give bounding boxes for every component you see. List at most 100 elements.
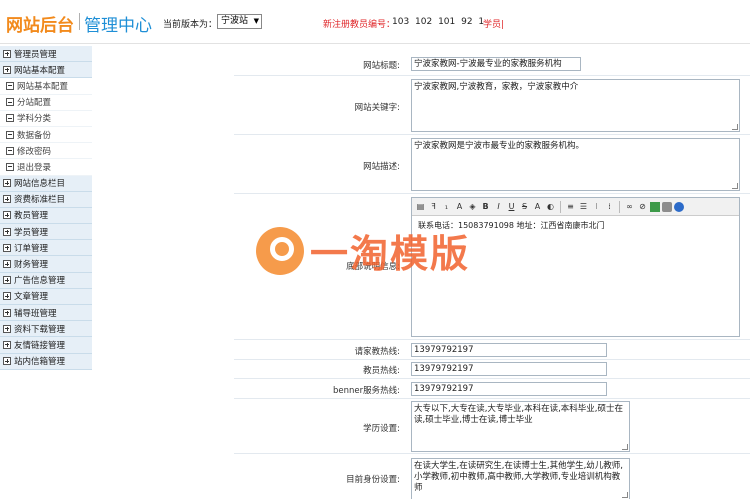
description-text: 宁波家教网是宁波市最专业的家教服务机构。 <box>414 141 585 151</box>
collapse-icon <box>6 162 14 171</box>
unordered-list-icon[interactable]: ⁞ <box>604 201 615 212</box>
expand-icon <box>3 357 11 366</box>
sidebar-item-label: 网站基本配置 <box>14 65 66 76</box>
sidebar-item[interactable]: 资料下载管理 <box>0 321 92 338</box>
sidebar-item[interactable]: 财务管理 <box>0 256 92 273</box>
new-teacher-numbers[interactable]: 103 102 101 92 1 <box>392 17 484 27</box>
sidebar-item[interactable]: 友情链接管理 <box>0 337 92 354</box>
sidebar-item[interactable]: 辅导班管理 <box>0 305 92 322</box>
sidebar-item[interactable]: 站内信箱管理 <box>0 353 92 370</box>
sidebar-item-label: 站内信箱管理 <box>14 357 66 368</box>
collapse-icon <box>6 114 14 123</box>
link-icon[interactable]: ∞ <box>624 201 635 212</box>
expand-icon <box>3 340 11 349</box>
align-left-icon[interactable]: ≡ <box>565 201 576 212</box>
sidebar-item[interactable]: 网站信息栏目 <box>0 175 92 192</box>
sidebar-item-label: 管理员管理 <box>14 49 57 60</box>
sidebar-item[interactable]: 订单管理 <box>0 240 92 257</box>
sidebar-item[interactable]: 资费标准栏目 <box>0 191 92 208</box>
resize-grip-icon[interactable] <box>622 444 628 450</box>
bold-icon[interactable]: B <box>480 201 491 212</box>
sidebar-item[interactable]: 数据备份 <box>0 126 92 144</box>
sidebar-item[interactable]: 退出登录 <box>0 159 92 176</box>
teacher-hotline-input[interactable]: 13979792197 <box>411 362 607 376</box>
expand-icon <box>3 292 11 301</box>
resize-grip-icon[interactable] <box>622 492 628 498</box>
sidebar-item-label: 分站配置 <box>17 98 52 109</box>
form-row-hotline: 请家教热线: 13979792197 <box>234 340 750 360</box>
student-link[interactable]: 学员| <box>483 17 504 30</box>
resize-grip-icon[interactable] <box>732 124 738 130</box>
ordered-list-icon[interactable]: ⁝ <box>591 201 602 212</box>
banner-hotline-input[interactable]: 13979792197 <box>411 382 607 396</box>
unlink-icon[interactable]: ⊘ <box>637 201 648 212</box>
sidebar-item[interactable]: 修改密码 <box>0 143 92 160</box>
resize-grip-icon[interactable] <box>732 183 738 189</box>
font-size-icon[interactable]: ₁ <box>441 201 452 212</box>
form-row-site-title: 网站标题: 宁波家教网-宁波最专业的家教服务机构 <box>234 52 750 76</box>
sidebar-item-label: 教员管理 <box>14 211 49 222</box>
sidebar-item-label: 学科分类 <box>17 114 52 125</box>
identity-textarea[interactable]: 在读大学生,在读研究生,在读博士生,其他学生,幼儿教师,小学教师,初中教师,高中… <box>411 458 630 499</box>
keywords-textarea[interactable]: 宁波家教网,宁波教育，家教，宁波家教中介 <box>411 79 740 132</box>
watermark: 一淘模版 <box>256 223 470 278</box>
strikethrough-icon[interactable]: S <box>519 201 530 212</box>
form-row-description: 网站描述: 宁波家教网是宁波市最专业的家教服务机构。 <box>234 135 750 194</box>
italic-icon[interactable]: I <box>493 201 504 212</box>
text-color-icon[interactable]: A <box>532 201 543 212</box>
sidebar-item-label: 数据备份 <box>17 130 52 141</box>
expand-icon <box>3 211 11 220</box>
highlight-icon[interactable]: ◈ <box>467 201 478 212</box>
font-family-icon[interactable]: ꟻ <box>428 201 439 212</box>
education-text: 大专以下,大专在读,大专毕业,本科在读,本科毕业,硕士在读,硕士毕业,博士在读,… <box>414 404 624 425</box>
editor-toolbar: ▤ ꟻ ₁ A ◈ B I U S A ◐ ≡ ☰ ⁝ ⁞ ∞ ⊘ <box>412 198 739 216</box>
sidebar-item-label: 广告信息管理 <box>14 276 66 287</box>
hotline-input[interactable]: 13979792197 <box>411 343 607 357</box>
table-icon[interactable] <box>662 201 672 212</box>
version-label: 当前版本为： <box>163 20 218 30</box>
sidebar-item[interactable]: 教员管理 <box>0 207 92 225</box>
expand-icon <box>3 65 11 74</box>
watermark-text: 一淘模版 <box>310 232 471 276</box>
form-row-banner-hotline: benner服务热线: 13979792197 <box>234 379 750 399</box>
align-center-icon[interactable]: ☰ <box>578 201 589 212</box>
form-row-education: 学历设置: 大专以下,大专在读,大专毕业,本科在读,本科毕业,硕士在读,硕士毕业… <box>234 399 750 454</box>
sidebar-item-label: 文章管理 <box>14 292 49 303</box>
expand-icon <box>3 227 11 236</box>
sidebar-item-label: 学员管理 <box>14 227 49 238</box>
source-icon[interactable]: ▤ <box>415 201 426 212</box>
keywords-text: 宁波家教网,宁波教育，家教，宁波家教中介 <box>414 82 579 92</box>
sidebar-item[interactable]: 管理员管理 <box>0 46 92 63</box>
teacher-hotline-label: 教员热线: <box>363 366 400 376</box>
expand-icon <box>3 308 11 317</box>
expand-icon <box>3 195 11 204</box>
collapse-icon <box>6 81 14 90</box>
management-center-title: 管理中心 <box>84 16 152 36</box>
site-title-input[interactable]: 宁波家教网-宁波最专业的家教服务机构 <box>411 57 581 71</box>
sidebar-item[interactable]: 文章管理 <box>0 288 92 305</box>
bg-color-icon[interactable]: ◐ <box>545 201 556 212</box>
help-icon[interactable] <box>674 201 684 212</box>
expand-icon <box>3 260 11 269</box>
sidebar-item[interactable]: 学科分类 <box>0 110 92 127</box>
hotline-label: 请家教热线: <box>354 347 400 357</box>
sidebar-item[interactable]: 网站基本配置 <box>0 78 92 95</box>
expand-icon <box>3 179 11 188</box>
sidebar-item[interactable]: 分站配置 <box>0 94 92 111</box>
underline-icon[interactable]: U <box>506 201 517 212</box>
dropdown-arrow-icon: ▼ <box>253 17 259 25</box>
version-select[interactable]: 宁波站 ▼ <box>217 14 262 29</box>
sidebar-item[interactable]: 网站基本配置 <box>0 62 92 79</box>
sidebar-item[interactable]: 广告信息管理 <box>0 272 92 289</box>
description-textarea[interactable]: 宁波家教网是宁波市最专业的家教服务机构。 <box>411 138 740 191</box>
education-label: 学历设置: <box>363 424 400 434</box>
sidebar-item[interactable]: 学员管理 <box>0 224 92 241</box>
font-color-icon[interactable]: A <box>454 201 465 212</box>
sidebar-item-label: 网站基本配置 <box>17 81 69 92</box>
banner-hotline-label: benner服务热线: <box>333 386 400 396</box>
keywords-label: 网站关键字: <box>354 103 400 113</box>
image-icon[interactable] <box>650 201 660 212</box>
education-textarea[interactable]: 大专以下,大专在读,大专毕业,本科在读,本科毕业,硕士在读,硕士毕业,博士在读,… <box>411 401 630 452</box>
sidebar-item-label: 辅导班管理 <box>14 308 57 319</box>
sidebar-item-label: 友情链接管理 <box>14 340 66 351</box>
